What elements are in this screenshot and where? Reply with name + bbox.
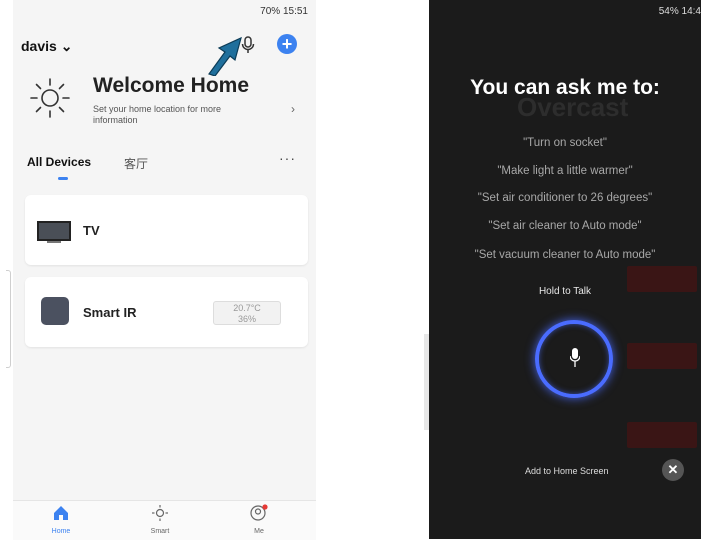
left-phone-screen: 70% 15:51 davis ⌄ + Welcome Home Set you… bbox=[13, 0, 316, 540]
background-card bbox=[627, 343, 697, 369]
welcome-banner[interactable]: Welcome Home Set your home location for … bbox=[13, 64, 316, 144]
background-card bbox=[627, 422, 697, 448]
tab-all-devices[interactable]: All Devices bbox=[27, 155, 91, 169]
suggestion: "Set vacuum cleaner to Auto mode" bbox=[474, 249, 656, 261]
home-icon bbox=[54, 506, 68, 520]
nav-label: Home bbox=[51, 528, 71, 535]
device-tabs: All Devices 客厅 ··· bbox=[13, 150, 316, 180]
talk-button[interactable] bbox=[535, 320, 613, 398]
top-bar: davis ⌄ + bbox=[13, 30, 316, 60]
humidity-value: 36% bbox=[237, 314, 256, 324]
nav-home[interactable]: Home bbox=[31, 503, 91, 535]
welcome-subtitle: Set your home location for more informat… bbox=[93, 104, 222, 125]
suggestion: "Set air conditioner to 26 degrees" bbox=[477, 192, 653, 204]
active-tab-indicator bbox=[58, 177, 68, 180]
tab-living-room[interactable]: 客厅 bbox=[124, 155, 148, 172]
device-name: TV bbox=[83, 223, 100, 238]
voice-prompt-title: You can ask me to: bbox=[470, 76, 660, 99]
more-icon[interactable]: ··· bbox=[279, 150, 296, 166]
smart-sun-icon bbox=[152, 505, 168, 521]
side-handle bbox=[6, 270, 11, 368]
hold-to-talk-label: Hold to Talk bbox=[538, 286, 592, 297]
home-name: davis bbox=[21, 38, 57, 54]
chevron-right-icon: › bbox=[291, 102, 295, 116]
nav-me[interactable]: Me bbox=[229, 503, 289, 535]
device-card-smart-ir[interactable]: Smart IR 20.7°C 36% bbox=[25, 277, 308, 347]
add-device-button[interactable]: + bbox=[277, 34, 297, 54]
device-card-tv[interactable]: TV bbox=[25, 195, 308, 265]
welcome-title: Welcome Home bbox=[93, 74, 249, 97]
add-to-home-link[interactable]: Add to Home Screen bbox=[525, 466, 609, 476]
status-bar: 54% 14:4 bbox=[659, 6, 701, 17]
suggestion: "Turn on socket" bbox=[523, 137, 607, 149]
temperature-value: 20.7°C bbox=[233, 303, 261, 313]
nav-label: Me bbox=[254, 528, 264, 535]
microphone-icon bbox=[570, 348, 580, 367]
right-phone-screen: 54% 14:4 Overcast You can ask me to: "Tu… bbox=[429, 0, 701, 539]
suggestion: "Set air cleaner to Auto mode" bbox=[488, 220, 642, 232]
status-text: 70% 15:51 bbox=[260, 6, 308, 17]
chevron-down-icon: ⌄ bbox=[60, 38, 73, 54]
close-button[interactable]: ✕ bbox=[662, 459, 684, 481]
nav-smart[interactable]: Smart bbox=[130, 503, 190, 535]
sensor-readout: 20.7°C 36% bbox=[213, 301, 281, 325]
suggestion: "Make light a little warmer" bbox=[497, 165, 633, 177]
home-selector[interactable]: davis ⌄ bbox=[21, 38, 72, 55]
status-text: 54% 14:4 bbox=[658, 6, 701, 17]
status-bar: 70% 15:51 bbox=[260, 6, 308, 17]
sun-icon bbox=[30, 78, 70, 118]
nav-label: Smart bbox=[150, 528, 170, 535]
profile-icon bbox=[250, 504, 268, 521]
tv-icon bbox=[37, 221, 71, 241]
tv-stand bbox=[47, 241, 61, 243]
smart-ir-icon bbox=[41, 297, 69, 325]
device-name: Smart IR bbox=[83, 305, 137, 320]
bottom-nav: Home Smart Me bbox=[13, 500, 316, 540]
